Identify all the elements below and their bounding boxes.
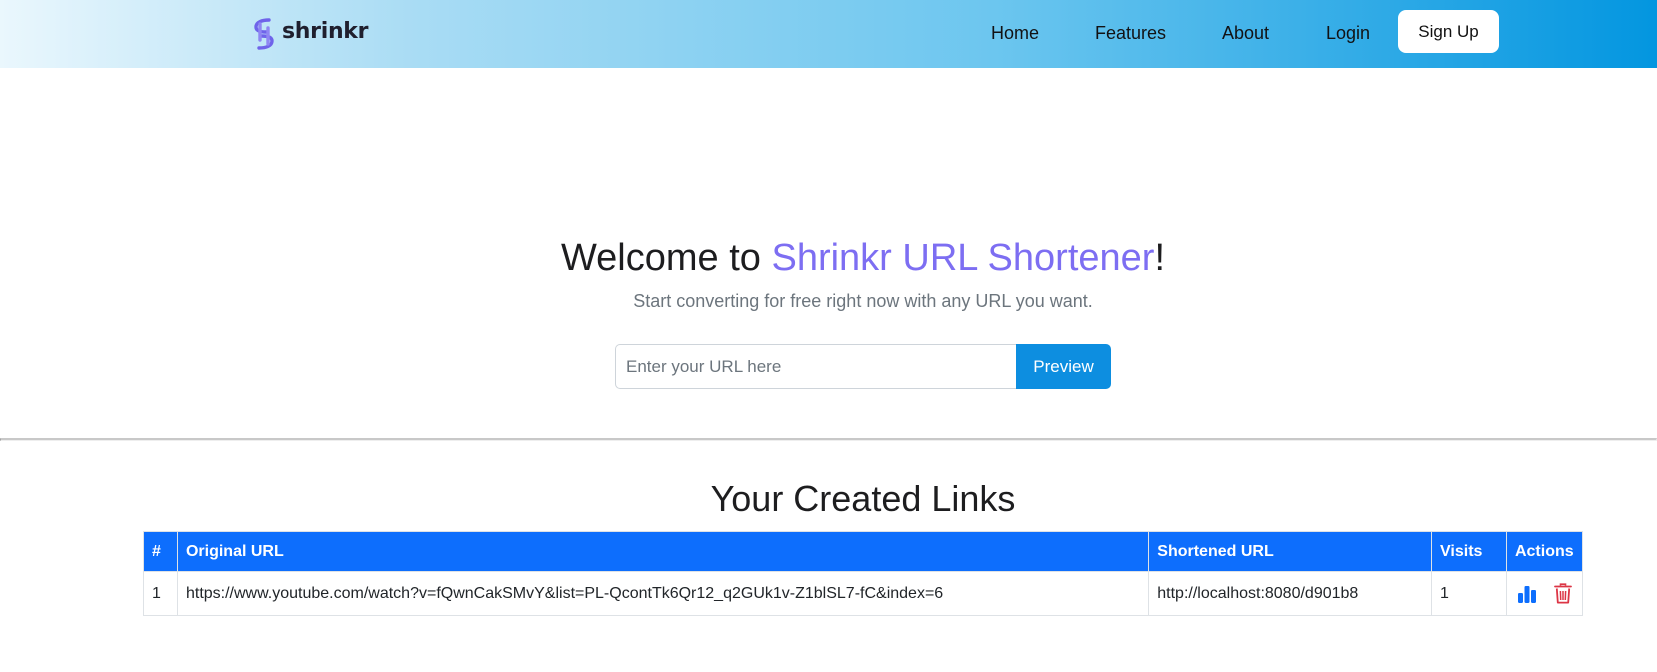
original-url-cell: https://www.youtube.com/watch?v=fQwnCakS… (176, 571, 1150, 616)
column-header-number: # (143, 531, 178, 572)
nav-home-link[interactable]: Home (991, 22, 1039, 44)
hero-subtitle: Start converting for free right now with… (633, 291, 1093, 311)
section-divider (0, 438, 1657, 441)
actions-cell (1505, 571, 1584, 616)
nav-login-link[interactable]: Login (1326, 22, 1370, 44)
shorten-form: Preview (615, 344, 1111, 389)
navbar: shrinkr Home Features About Login Sign U… (0, 0, 1657, 68)
hero-title-suffix: ! (1154, 237, 1165, 279)
column-header-original-url: Original URL (176, 531, 1150, 572)
links-table: # Original URL Shortened URL Visits Acti… (143, 531, 1584, 616)
row-number: 1 (143, 571, 178, 616)
table-header-row: # Original URL Shortened URL Visits Acti… (143, 531, 1584, 572)
nav-features-link[interactable]: Features (1095, 22, 1166, 44)
nav-about-link[interactable]: About (1222, 22, 1269, 44)
signup-button[interactable]: Sign Up (1398, 10, 1499, 53)
preview-button[interactable]: Preview (1016, 344, 1111, 389)
column-header-visits: Visits (1431, 531, 1507, 572)
visits-cell: 1 (1431, 571, 1507, 616)
column-header-shortened-url: Shortened URL (1148, 531, 1433, 572)
bar-chart-icon[interactable] (1517, 584, 1537, 604)
links-section-title: Your Created Links (710, 478, 1016, 519)
hero-title: Welcome to Shrinkr URL Shortener! (0, 234, 1657, 282)
trash-icon[interactable] (1554, 583, 1572, 604)
shortened-url-cell[interactable]: http://localhost:8080/d901b8 (1148, 571, 1433, 616)
column-header-actions: Actions (1505, 531, 1584, 572)
hero-title-accent: Shrinkr URL Shortener (771, 237, 1155, 279)
hero-title-prefix: Welcome to (560, 237, 772, 279)
table-row: 1 https://www.youtube.com/watch?v=fQwnCa… (143, 571, 1584, 616)
url-input[interactable] (615, 344, 1016, 389)
